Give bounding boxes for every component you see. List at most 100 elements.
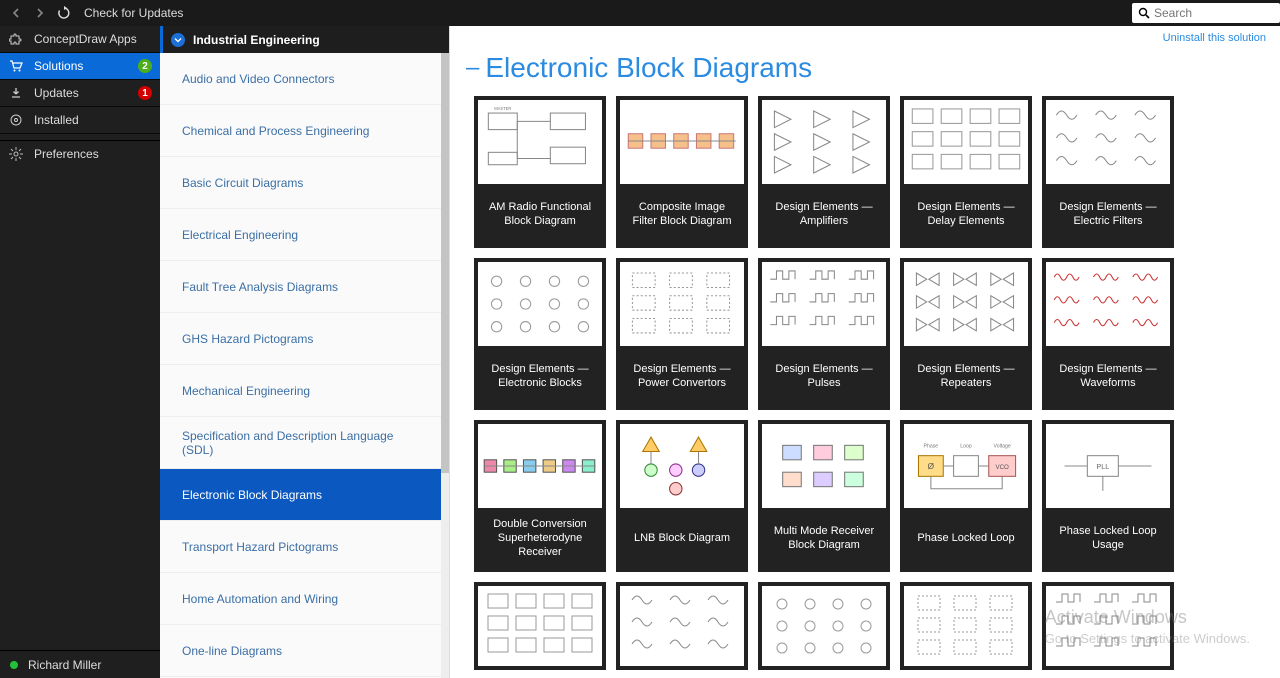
gallery-card[interactable]: Multi Mode Receiver Block Diagram [758, 420, 890, 572]
category-item[interactable]: Basic Circuit Diagrams [160, 157, 449, 209]
gallery-card[interactable]: Design Elements — Repeaters [900, 258, 1032, 410]
category-item[interactable]: Audio and Video Connectors [160, 53, 449, 105]
sidebar-item-solutions[interactable]: Solutions 2 [0, 53, 160, 80]
sidebar-item-updates[interactable]: Updates1 [0, 80, 160, 107]
card-label: Phase Locked Loop [904, 508, 1028, 568]
gallery-card[interactable] [1042, 582, 1174, 670]
card-thumbnail [762, 262, 886, 346]
category-item[interactable]: GHS Hazard Pictograms [160, 313, 449, 365]
card-thumbnail: ØVCOPhaseLoopVoltage [904, 424, 1028, 508]
gallery-card[interactable]: Design Elements — Electronic Blocks [474, 258, 606, 410]
card-label: LNB Block Diagram [620, 508, 744, 568]
gallery-card[interactable]: ØVCOPhaseLoopVoltagePhase Locked Loop [900, 420, 1032, 572]
svg-text:Loop: Loop [960, 443, 972, 449]
section-title-text: Electronic Block Diagrams [485, 52, 812, 84]
category-item[interactable]: Transport Hazard Pictograms [160, 521, 449, 573]
section-title[interactable]: – Electronic Block Diagrams [450, 44, 1280, 96]
left-sidebar: ConceptDraw Apps Solutions 2 Updates1 Instal… [0, 26, 160, 678]
disc-icon [8, 112, 24, 128]
card-label: Design Elements — Power Convertors [620, 346, 744, 406]
topbar: Check for Updates [0, 0, 1280, 26]
card-thumbnail [1046, 100, 1170, 184]
gallery-card[interactable]: Design Elements — Waveforms [1042, 258, 1174, 410]
nav-back-button[interactable] [8, 5, 24, 21]
card-thumbnail [904, 262, 1028, 346]
badge: 1 [138, 86, 152, 100]
gallery-card[interactable]: PLLPhase Locked Loop Usage [1042, 420, 1174, 572]
gallery-card[interactable] [616, 582, 748, 670]
category-item[interactable]: Fault Tree Analysis Diagrams [160, 261, 449, 313]
card-thumbnail [762, 586, 886, 666]
download-icon [8, 85, 24, 101]
chevron-down-icon [171, 33, 185, 47]
card-thumbnail [1046, 586, 1170, 666]
card-label: Multi Mode Receiver Block Diagram [762, 508, 886, 568]
sidebar-item-label: Installed [34, 113, 160, 127]
svg-text:VCO: VCO [995, 464, 1009, 471]
gallery-card[interactable]: Double Conversion Superheterodyne Receiv… [474, 420, 606, 572]
nav-forward-button[interactable] [32, 5, 48, 21]
category-item[interactable]: Electronic Block Diagrams [160, 469, 449, 521]
gallery-card[interactable]: Design Elements — Power Convertors [616, 258, 748, 410]
collapse-icon: – [466, 54, 479, 82]
search-box[interactable] [1132, 3, 1280, 23]
gallery-card[interactable]: MASTERAM Radio Functional Block Diagram [474, 96, 606, 248]
card-thumbnail [904, 586, 1028, 666]
card-thumbnail [478, 586, 602, 666]
gallery-card[interactable] [474, 582, 606, 670]
gallery-card[interactable]: Design Elements — Delay Elements [900, 96, 1032, 248]
status-dot-icon [10, 661, 18, 669]
card-thumbnail [620, 262, 744, 346]
gallery-card[interactable]: Design Elements — Amplifiers [758, 96, 890, 248]
category-item[interactable]: Mechanical Engineering [160, 365, 449, 417]
sidebar-item-label: ConceptDraw Apps [34, 32, 160, 46]
card-label: Design Elements — Amplifiers [762, 184, 886, 244]
search-icon [1138, 7, 1150, 19]
scrollbar[interactable] [441, 53, 449, 678]
user-row[interactable]: Richard Miller [0, 650, 160, 678]
card-thumbnail [1046, 262, 1170, 346]
sidebar-item-installed[interactable]: Installed [0, 107, 160, 134]
category-header-label: Industrial Engineering [193, 33, 320, 47]
category-item[interactable]: Chemical and Process Engineering [160, 105, 449, 157]
card-thumbnail: PLL [1046, 424, 1170, 508]
gallery-card[interactable] [900, 582, 1032, 670]
check-updates-link[interactable]: Check for Updates [80, 6, 183, 20]
refresh-button[interactable] [56, 5, 72, 21]
card-thumbnail [762, 100, 886, 184]
card-thumbnail [620, 586, 744, 666]
content-panel: Uninstall this solution – Electronic Blo… [450, 26, 1280, 678]
svg-text:PLL: PLL [1096, 462, 1109, 471]
card-label: Design Elements — Electronic Blocks [478, 346, 602, 406]
category-header[interactable]: Industrial Engineering [160, 26, 449, 53]
category-item[interactable]: Electrical Engineering [160, 209, 449, 261]
card-thumbnail: MASTER [478, 100, 602, 184]
gallery-card[interactable]: Composite Image Filter Block Diagram [616, 96, 748, 248]
card-label: Design Elements — Electric Filters [1046, 184, 1170, 244]
gallery-card[interactable]: LNB Block Diagram [616, 420, 748, 572]
search-input[interactable] [1150, 6, 1274, 20]
badge: 2 [138, 59, 152, 73]
puzzle-icon [8, 31, 24, 47]
card-thumbnail [620, 424, 744, 508]
category-item[interactable]: One-line Diagrams [160, 625, 449, 677]
gallery-card[interactable]: Design Elements — Electric Filters [1042, 96, 1174, 248]
category-item[interactable]: Home Automation and Wiring [160, 573, 449, 625]
card-label: Design Elements — Pulses [762, 346, 886, 406]
category-panel: Industrial Engineering Audio and Video C… [160, 26, 450, 678]
svg-text:Phase: Phase [924, 443, 939, 449]
scrollbar-thumb[interactable] [441, 53, 449, 473]
svg-text:MASTER: MASTER [494, 106, 511, 111]
sidebar-item-preferences[interactable]: Preferences [0, 140, 160, 167]
sidebar-item-label: Preferences [34, 147, 160, 161]
card-thumbnail [762, 424, 886, 508]
gallery-card[interactable] [758, 582, 890, 670]
card-label: Design Elements — Waveforms [1046, 346, 1170, 406]
sidebar-item-label: Solutions [34, 59, 128, 73]
category-item[interactable]: Specification and Description Language (… [160, 417, 449, 469]
gallery-card[interactable]: Design Elements — Pulses [758, 258, 890, 410]
uninstall-link[interactable]: Uninstall this solution [1163, 32, 1266, 44]
sidebar-item-apps[interactable]: ConceptDraw Apps [0, 26, 160, 53]
card-thumbnail [620, 100, 744, 184]
card-thumbnail [478, 262, 602, 346]
